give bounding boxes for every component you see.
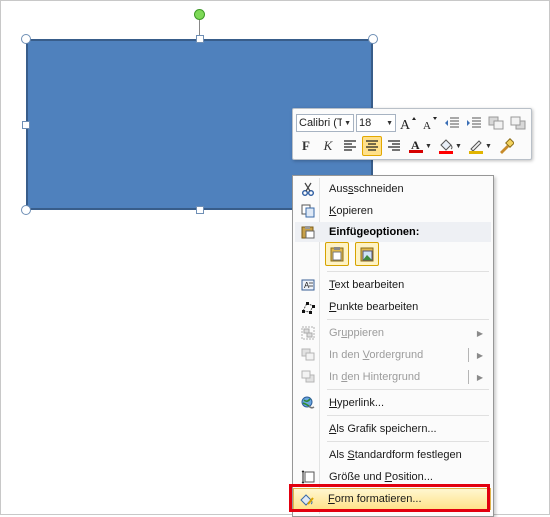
resize-handle-bottom-left[interactable] (21, 205, 31, 215)
font-color-icon: A (409, 138, 424, 153)
menu-item-bring-forward: In den Vordergrund ▶ (295, 344, 491, 366)
blank-icon (295, 418, 321, 440)
menu-item-send-backward: In den Hintergrund ▶ (295, 366, 491, 388)
menu-item-label: In den Hintergrund (329, 371, 421, 383)
edit-points-icon (295, 296, 321, 318)
submenu-arrow-icon: ▶ (476, 350, 483, 360)
menu-item-label: Text bearbeiten (329, 279, 405, 291)
align-right-button[interactable] (384, 136, 404, 156)
send-backward-icon (295, 366, 321, 388)
font-size-combo[interactable]: 18 ▼ (356, 114, 396, 132)
clipboard-icon (295, 225, 321, 239)
bring-to-front-icon (488, 116, 504, 130)
rotation-handle[interactable] (194, 9, 205, 20)
resize-handle-bottom[interactable] (196, 206, 204, 214)
resize-handle-left[interactable] (22, 121, 30, 129)
menu-separator (327, 389, 489, 390)
menu-item-label: Punkte bearbeiten (329, 301, 419, 313)
paste-as-picture-button[interactable] (355, 242, 379, 266)
decrease-indent-button[interactable] (442, 113, 462, 133)
scissors-icon (295, 178, 321, 200)
menu-item-set-default-shape[interactable]: Als Standardform festlegen (295, 444, 491, 466)
align-center-icon (366, 140, 378, 151)
grow-font-icon: A (400, 117, 416, 131)
menu-item-edit-points[interactable]: Punkte bearbeiten (295, 296, 491, 318)
menu-item-label: Kopieren (329, 205, 374, 217)
hyperlink-globe-icon (295, 392, 321, 414)
submenu-arrow-icon: ▶ (476, 372, 483, 382)
increase-indent-icon (467, 117, 481, 128)
menu-separator (327, 271, 489, 272)
blank-icon (295, 444, 321, 466)
font-color-button[interactable]: A ▼ (406, 136, 434, 156)
bold-button[interactable]: F (296, 136, 316, 156)
chevron-down-icon: ▼ (485, 142, 492, 150)
send-to-back-button[interactable] (508, 113, 528, 133)
align-right-icon (388, 140, 400, 151)
paste-clipboard-icon (330, 247, 344, 262)
menu-item-edit-text[interactable]: A Text bearbeiten (295, 274, 491, 296)
resize-handle-top-right[interactable] (368, 34, 378, 44)
chevron-down-icon: ▼ (386, 119, 393, 127)
menu-item-save-as-picture[interactable]: Als Grafik speichern... (295, 418, 491, 440)
split-divider (468, 370, 469, 384)
italic-button[interactable]: K (318, 136, 338, 156)
bring-to-front-button[interactable] (486, 113, 506, 133)
svg-text:A: A (411, 138, 420, 152)
menu-item-label: Hyperlink... (329, 397, 385, 409)
chevron-down-icon: ▼ (455, 142, 462, 150)
paste-picture-icon (360, 247, 374, 262)
align-left-button[interactable] (340, 136, 360, 156)
font-size-value: 18 (359, 117, 372, 129)
menu-item-label: In den Vordergrund (329, 349, 424, 361)
menu-item-label: Größe und Position... (329, 471, 433, 483)
pen-outline-icon (469, 140, 484, 154)
textbox-icon: A (295, 274, 321, 296)
shape-fill-button[interactable]: ▼ (436, 136, 464, 156)
paste-keep-formatting-button[interactable] (325, 242, 349, 266)
chevron-down-icon: ▼ (425, 142, 432, 150)
menu-separator (327, 441, 489, 442)
resize-handle-top-left[interactable] (21, 34, 31, 44)
format-painter-icon (500, 138, 514, 154)
shape-outline-button[interactable]: ▼ (466, 136, 494, 156)
paste-options-row (325, 242, 379, 268)
menu-separator (327, 319, 489, 320)
menu-item-cut[interactable]: Aussschneiden (295, 178, 491, 200)
decrease-indent-icon (445, 117, 459, 128)
menu-item-group: Gruppieren ▶ (295, 322, 491, 344)
font-name-combo[interactable]: Calibri (T ▼ (296, 114, 354, 132)
menu-item-label: Als Standardform festlegen (329, 449, 462, 461)
copy-icon (295, 200, 321, 222)
svg-text:A: A (400, 118, 411, 131)
mini-toolbar: Calibri (T ▼ 18 ▼ A A F K A ▼ ▼ ▼ (292, 108, 532, 160)
svg-text:A: A (423, 120, 431, 131)
format-painter-button[interactable] (496, 136, 516, 156)
menu-item-label: Gruppieren (329, 327, 385, 339)
align-center-button[interactable] (362, 136, 382, 156)
paste-options-header: Einfügeoptionen: (295, 222, 491, 242)
increase-indent-button[interactable] (464, 113, 484, 133)
font-name-value: Calibri (T (299, 117, 343, 129)
menu-item-copy[interactable]: Kopieren (295, 200, 491, 222)
shrink-font-icon: A (423, 117, 437, 131)
highlight-annotation-box (289, 484, 490, 512)
context-menu: Aussschneiden Kopieren Einfügeoptionen: … (292, 175, 494, 517)
menu-item-label: Als Grafik speichern... (329, 423, 437, 435)
menu-item-label: Aussschneiden (329, 183, 404, 195)
send-to-back-icon (510, 116, 526, 130)
group-icon (295, 322, 321, 344)
menu-separator (327, 415, 489, 416)
menu-item-hyperlink[interactable]: Hyperlink... (295, 392, 491, 414)
submenu-arrow-icon: ▶ (476, 328, 483, 338)
split-divider (468, 348, 469, 362)
align-left-icon (344, 140, 356, 151)
chevron-down-icon: ▼ (344, 119, 351, 127)
resize-handle-top[interactable] (196, 35, 204, 43)
paint-bucket-icon (439, 139, 454, 154)
bring-forward-icon (295, 344, 321, 366)
grow-font-button[interactable]: A (398, 113, 418, 133)
shrink-font-button[interactable]: A (420, 113, 440, 133)
